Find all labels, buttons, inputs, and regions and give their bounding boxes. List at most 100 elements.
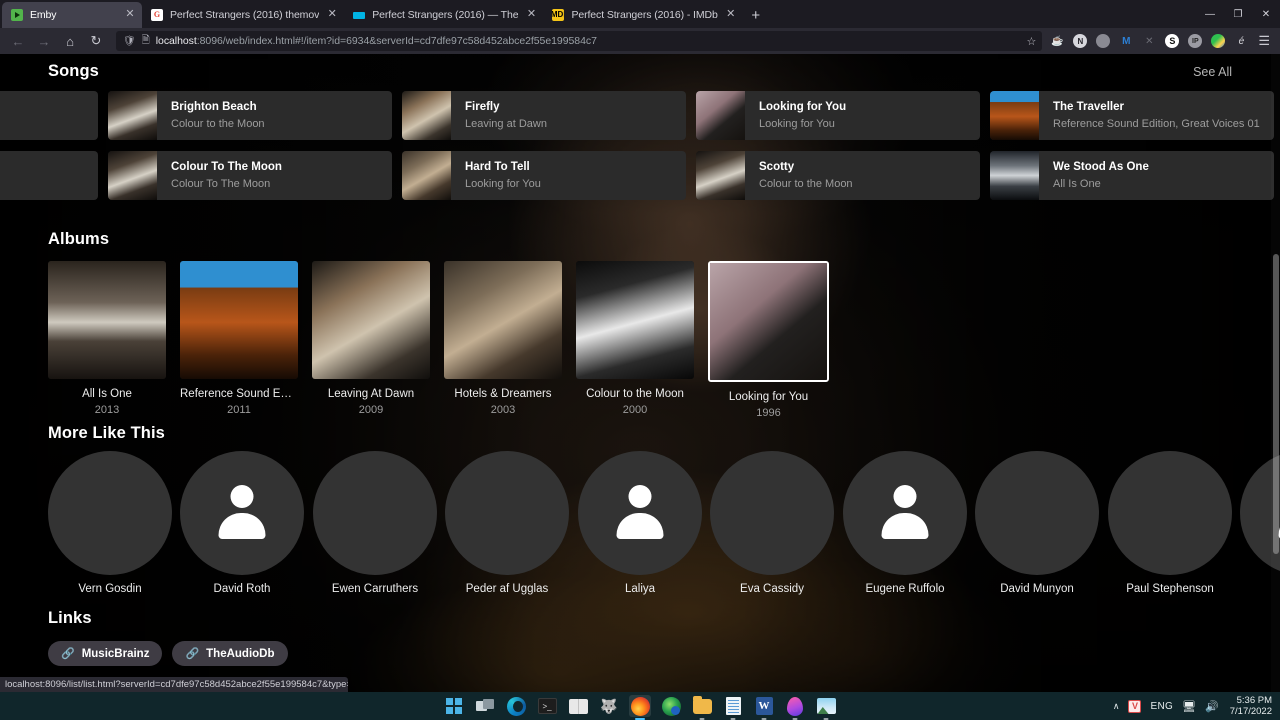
- link-chip-theaudiodb[interactable]: 🔗 TheAudioDb: [172, 641, 288, 666]
- album-thumbnail: [402, 151, 451, 200]
- ghostery-icon[interactable]: S: [1165, 34, 1180, 48]
- artist-name: Eugene Ruffolo: [865, 583, 945, 595]
- idm-icon[interactable]: [660, 695, 682, 717]
- scrollbar-thumb[interactable]: [1273, 254, 1279, 554]
- browser-tab-imdb[interactable]: IMDb Perfect Strangers (2016) - IMDb ✕: [543, 2, 742, 28]
- link-label: TheAudioDb: [206, 647, 275, 660]
- album-cover: [576, 261, 694, 379]
- opera-icon[interactable]: [1096, 34, 1111, 48]
- album-card[interactable]: All Is One 2013: [48, 261, 166, 421]
- artist-card[interactable]: Eva Cassidy: [710, 451, 834, 595]
- artist-card[interactable]: Paul Stephenson: [1108, 451, 1232, 595]
- start-icon[interactable]: [443, 695, 465, 717]
- song-card[interactable]: Scotty Colour to the Moon: [696, 151, 980, 200]
- address-bar[interactable]: 🛡 🗎 localhost:8096/web/index.html#!/item…: [116, 31, 1043, 51]
- see-all-songs-button[interactable]: See All: [1193, 65, 1232, 79]
- home-button[interactable]: ⌂: [58, 30, 82, 52]
- malwarebytes-icon[interactable]: M: [1119, 34, 1133, 48]
- clock[interactable]: 5:36 PM 7/17/2022: [1228, 695, 1272, 717]
- accent-icon[interactable]: é: [1234, 34, 1248, 48]
- links-section: Links 🔗 MusicBrainz 🔗 TheAudioDb: [0, 609, 1280, 666]
- song-card[interactable]: The Traveller Reference Sound Edition, G…: [990, 91, 1274, 140]
- nord-icon[interactable]: N: [1073, 34, 1088, 48]
- chevron-up-icon[interactable]: ∧: [1113, 701, 1120, 712]
- language-indicator[interactable]: ENG: [1150, 701, 1173, 712]
- album-name: Hotels & Dreamers: [454, 388, 552, 400]
- song-title: Looking for You: [759, 100, 847, 113]
- pocket-icon[interactable]: ☕: [1050, 34, 1064, 48]
- browser-tab-themoviedb-google[interactable]: G Perfect Strangers (2016) themov ✕: [142, 2, 344, 28]
- song-title: Firefly: [465, 100, 500, 113]
- albums-section: Albums All Is One 2013 Reference Sound E…: [0, 230, 1280, 421]
- song-card[interactable]: Brighton Beach Colour to the Moon: [108, 91, 392, 140]
- close-window-button[interactable]: ✕: [1252, 0, 1280, 28]
- close-icon[interactable]: ✕: [124, 9, 136, 21]
- network-icon[interactable]: 🖥: [1182, 700, 1196, 713]
- album-thumbnail: [402, 91, 451, 140]
- song-title: We Stood As One: [1053, 160, 1149, 173]
- artist-card[interactable]: Laliya: [578, 451, 702, 595]
- window-controls: — ❐ ✕: [1196, 0, 1280, 28]
- album-cover: [48, 261, 166, 379]
- song-title: The Traveller: [1053, 100, 1124, 113]
- volume-icon[interactable]: 🔊: [1205, 700, 1219, 713]
- close-icon[interactable]: ✕: [725, 9, 737, 21]
- song-card[interactable]: We Stood As One All Is One: [990, 151, 1274, 200]
- song-card[interactable]: Firefly Leaving at Dawn: [402, 91, 686, 140]
- fox-icon[interactable]: 🐺: [598, 695, 620, 717]
- browser-tab-tmdb[interactable]: Perfect Strangers (2016) — The ✕: [344, 2, 543, 28]
- privacy-icon[interactable]: IP: [1188, 34, 1203, 48]
- song-card-partial[interactable]: [0, 91, 98, 140]
- song-card[interactable]: Hard To Tell Looking for You: [402, 151, 686, 200]
- notepad-icon[interactable]: [722, 695, 744, 720]
- album-card-selected[interactable]: Looking for You 1996: [708, 261, 829, 421]
- folder-icon[interactable]: [691, 695, 713, 720]
- artist-name: Eva Cassidy: [740, 583, 804, 595]
- album-card[interactable]: Reference Sound Edition, Gr... 2011: [180, 261, 298, 421]
- browser-tab-emby[interactable]: Emby ✕: [2, 2, 142, 28]
- back-button[interactable]: ←: [6, 30, 30, 52]
- terminal-icon[interactable]: >_: [536, 695, 558, 717]
- x-icon[interactable]: ✕: [1142, 34, 1156, 48]
- close-icon[interactable]: ✕: [326, 9, 338, 21]
- album-thumbnail: [108, 91, 157, 140]
- artist-card[interactable]: Vern Gosdin: [48, 451, 172, 595]
- maximize-button[interactable]: ❐: [1224, 0, 1252, 28]
- artist-card[interactable]: Eugene Ruffolo: [843, 451, 967, 595]
- firefox-icon[interactable]: [629, 695, 651, 720]
- tab-strip: Emby ✕ G Perfect Strangers (2016) themov…: [0, 0, 1280, 28]
- hamburger-icon[interactable]: ☰: [1254, 33, 1274, 49]
- reload-button[interactable]: ↻: [84, 30, 108, 52]
- forward-button[interactable]: →: [32, 30, 56, 52]
- album-card[interactable]: Colour to the Moon 2000: [576, 261, 694, 421]
- song-card[interactable]: Looking for You Looking for You: [696, 91, 980, 140]
- song-card[interactable]: Colour To The Moon Colour To The Moon: [108, 151, 392, 200]
- song-title: Brighton Beach: [171, 100, 257, 113]
- artist-card[interactable]: David Munyon: [975, 451, 1099, 595]
- minimize-button[interactable]: —: [1196, 0, 1224, 28]
- task-view-icon[interactable]: [474, 695, 496, 717]
- section-title-albums: Albums: [48, 230, 110, 248]
- artist-card[interactable]: Ewen Carruthers: [313, 451, 437, 595]
- drop-icon[interactable]: [784, 695, 806, 720]
- new-tab-button[interactable]: +: [743, 2, 769, 28]
- artist-card[interactable]: Peder af Ugglas: [445, 451, 569, 595]
- person-placeholder-icon: [843, 451, 967, 575]
- page-scrollbar[interactable]: [1271, 54, 1280, 692]
- bookmark-star-icon[interactable]: ☆: [1026, 35, 1036, 48]
- photos-icon[interactable]: [815, 695, 837, 720]
- close-icon[interactable]: ✕: [525, 9, 537, 21]
- album-card[interactable]: Leaving At Dawn 2009: [312, 261, 430, 421]
- link-chip-musicbrainz[interactable]: 🔗 MusicBrainz: [48, 641, 163, 666]
- album-card[interactable]: Hotels & Dreamers 2003: [444, 261, 562, 421]
- album-name: Reference Sound Edition, Gr...: [180, 388, 298, 400]
- page-icon: 🗎: [141, 34, 150, 46]
- book-icon[interactable]: [567, 695, 589, 717]
- edge-icon[interactable]: [505, 695, 527, 717]
- artist-card[interactable]: David Roth: [180, 451, 304, 595]
- links-header: Links: [0, 609, 1280, 628]
- vbox-icon[interactable]: V: [1128, 699, 1142, 713]
- word-icon[interactable]: W: [753, 695, 775, 720]
- idm-icon[interactable]: [1211, 34, 1226, 48]
- song-card-partial[interactable]: [0, 151, 98, 200]
